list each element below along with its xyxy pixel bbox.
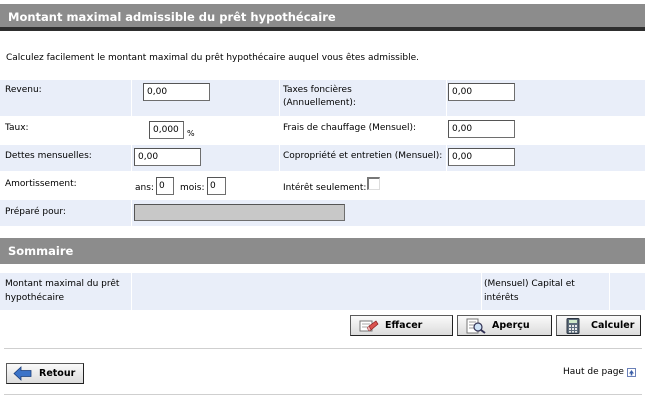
prepare-field[interactable] [134,204,345,221]
copro-field[interactable] [448,148,515,166]
footer-divider [4,394,642,395]
mois-field[interactable] [207,177,226,195]
page-title: Montant maximal admissible du prêt hypot… [0,4,645,31]
revenu-label: Revenu: [5,85,42,95]
capital-label-line2: intérêts [484,293,519,303]
capital-label-line1: (Mensuel) Capital et [484,279,575,289]
copro-label: Copropriété et entretien (Mensuel): [283,151,443,161]
interet-label: Intérêt seulement: [283,183,367,193]
arrow-up-icon [626,368,636,377]
frais-field[interactable] [448,120,515,138]
apercu-label: Aperçu [492,320,530,331]
retour-button[interactable]: Retour [6,363,84,384]
prepare-label: Préparé pour: [5,207,66,217]
montant-label-line2: hypothécaire [5,293,65,303]
ans-label: ans: [135,183,154,193]
dettes-field[interactable] [134,148,201,166]
taux-label: Taux: [5,123,29,133]
ans-field[interactable] [156,177,174,195]
eraser-icon [359,318,379,333]
frais-label: Frais de chauffage (Mensuel): [283,123,417,133]
effacer-button[interactable]: Effacer [350,315,453,336]
print-preview-icon [466,318,486,334]
calculator-icon [565,318,583,334]
haut-de-page-label: Haut de page [563,367,624,377]
taxes-label-line1: Taxes foncières [283,85,352,95]
effacer-label: Effacer [385,320,423,331]
montant-label-line1: Montant maximal du prêt [5,279,120,289]
retour-label: Retour [39,368,76,379]
percent-unit: % [187,129,195,138]
taxes-field[interactable] [448,83,515,101]
taux-field[interactable] [149,121,184,139]
taxes-label-line2: (Annuellement): [283,98,356,108]
back-arrow-icon [13,366,32,381]
haut-de-page-link[interactable]: Haut de page [563,366,636,379]
apercu-button[interactable]: Aperçu [457,315,552,336]
divider [4,348,642,349]
revenu-field[interactable] [143,83,210,101]
amortissement-label: Amortissement: [5,179,77,189]
summary-title: Sommaire [0,238,645,264]
calculer-button[interactable]: Calculer [556,315,641,336]
mois-label: mois: [180,183,205,193]
interet-seulement-checkbox[interactable] [367,177,380,190]
dettes-label: Dettes mensuelles: [5,151,92,161]
calculer-label: Calculer [591,320,635,331]
intro-text: Calculez facilement le montant maximal d… [6,53,419,63]
